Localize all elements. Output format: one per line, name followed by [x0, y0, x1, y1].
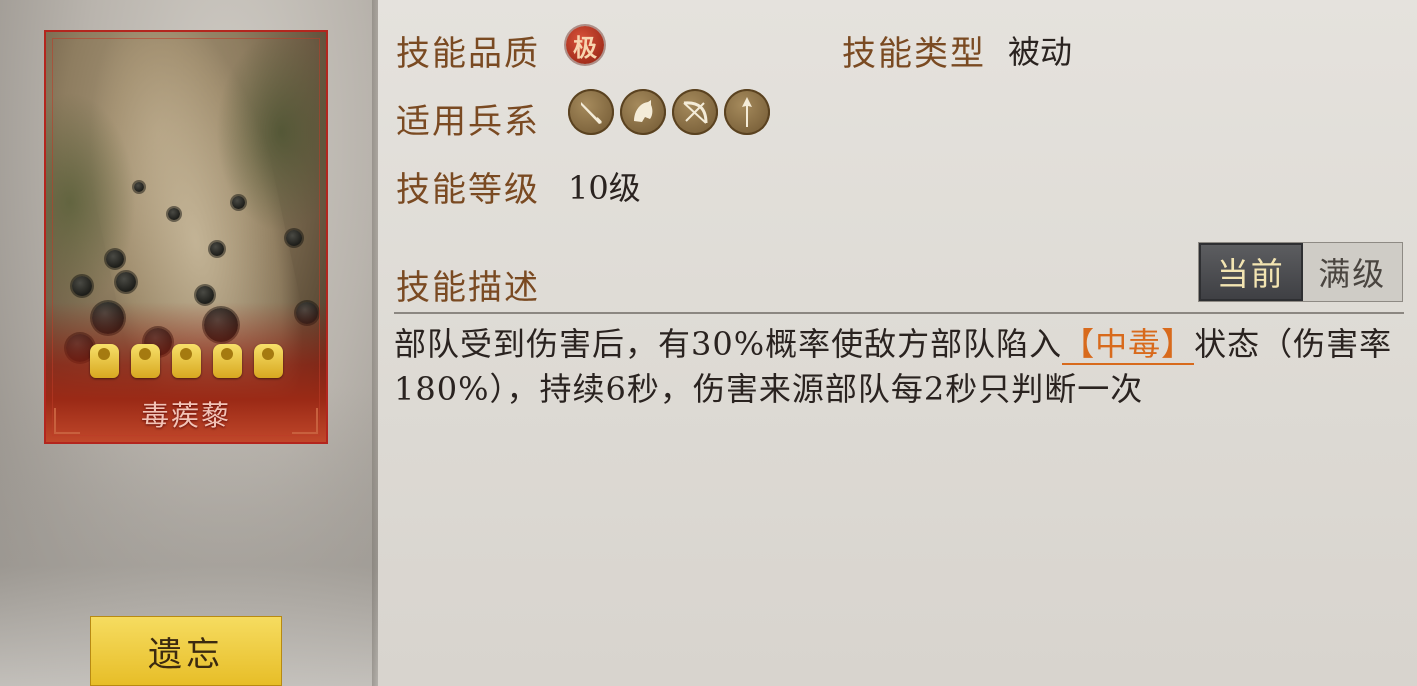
quality-label: 技能品质	[396, 34, 540, 74]
forget-button[interactable]: 遗忘	[90, 616, 282, 686]
toggle-max-level[interactable]: 满级	[1303, 243, 1403, 301]
gold-star-icon	[89, 344, 119, 378]
gold-star-icon	[130, 344, 160, 378]
gold-star-icon	[212, 344, 242, 378]
star-rating	[46, 344, 326, 378]
skill-card[interactable]: 毒蒺藜	[44, 30, 328, 444]
skill-card-name: 毒蒺藜	[140, 399, 231, 432]
spear-icon	[724, 89, 770, 135]
shield-infantry-icon	[568, 89, 614, 135]
description-text-part1: 部队受到伤害后，有30%概率使敌方部队陷入	[394, 325, 1063, 363]
toggle-current[interactable]: 当前	[1199, 243, 1303, 301]
description-label: 技能描述	[396, 268, 540, 308]
quality-badge: 极	[566, 26, 604, 64]
gold-star-icon	[171, 344, 201, 378]
description-divider	[394, 312, 1404, 314]
poison-status-link[interactable]: 【中毒】	[1062, 325, 1195, 365]
skill-description: 部队受到伤害后，有30%概率使敌方部队陷入【中毒】状态（伤害率180%），持续6…	[394, 322, 1394, 412]
archer-bow-icon	[672, 89, 718, 135]
troops-label: 适用兵系	[396, 102, 540, 142]
type-label: 技能类型	[842, 34, 986, 74]
type-value: 被动	[1008, 33, 1073, 71]
cavalry-horse-icon	[620, 89, 666, 135]
level-toggle[interactable]: 当前 满级	[1198, 242, 1403, 302]
level-value: 10级	[568, 169, 641, 207]
level-label: 技能等级	[396, 170, 540, 210]
gold-star-icon	[253, 344, 283, 378]
